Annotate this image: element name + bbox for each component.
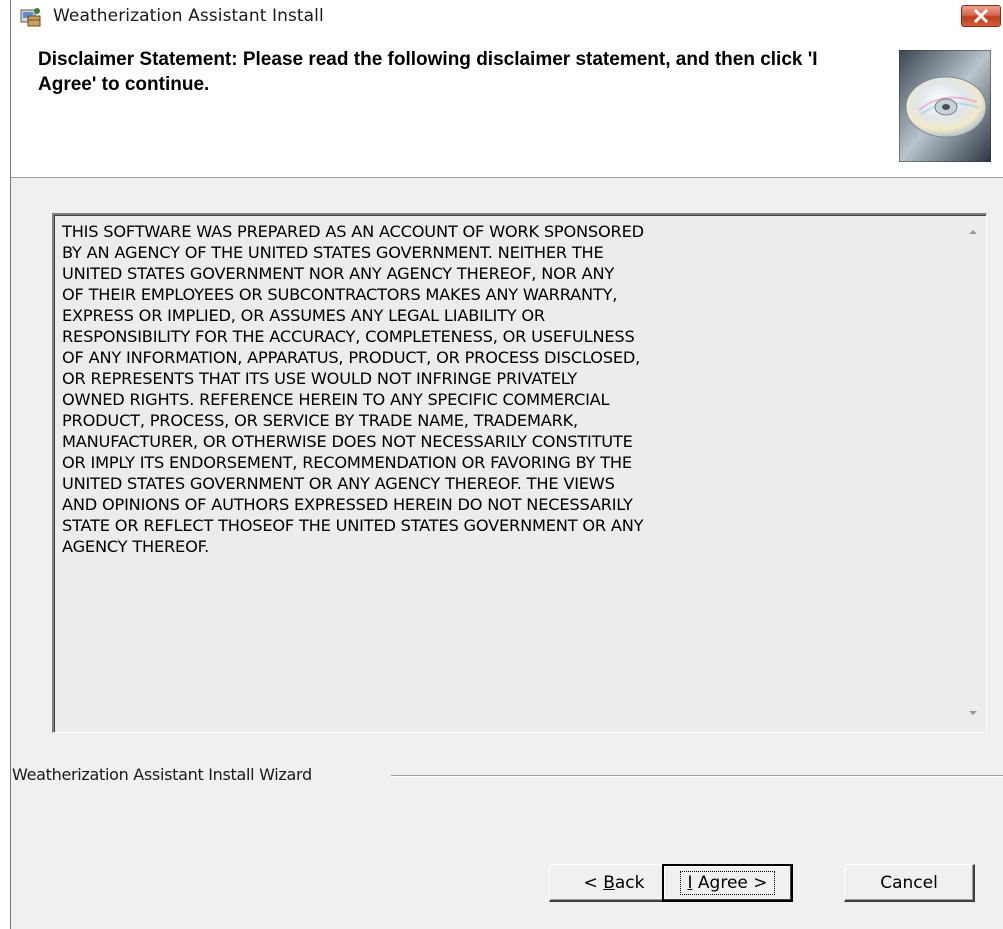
back-button-prefix: < <box>583 872 604 893</box>
close-icon <box>974 9 988 23</box>
title-bar[interactable]: Weatherization Assistant Install <box>11 0 1003 35</box>
i-agree-button[interactable]: I Agree > <box>662 864 793 902</box>
cd-disc-icon <box>899 50 991 162</box>
cancel-button-label: Cancel <box>880 872 938 893</box>
close-button[interactable] <box>961 5 1001 27</box>
back-button[interactable]: < Back <box>549 864 680 902</box>
header-band: Disclaimer Statement: Please read the fo… <box>11 34 1003 178</box>
group-divider <box>391 775 1003 777</box>
disclaimer-text: THIS SOFTWARE WAS PREPARED AS AN ACCOUNT… <box>62 222 644 556</box>
focus-rect: I Agree > <box>680 871 775 895</box>
installer-app-icon <box>20 8 41 27</box>
page-heading: Disclaimer Statement: Please read the fo… <box>38 49 818 95</box>
scroll-down-arrow-icon[interactable] <box>966 706 980 720</box>
back-button-mnemonic: B <box>603 872 615 893</box>
wizard-group-label: Weatherization Assistant Install Wizard <box>12 765 320 784</box>
scroll-up-arrow-icon[interactable] <box>966 225 980 239</box>
agree-button-label: Agree > <box>692 873 768 893</box>
back-button-label: ack <box>614 872 645 893</box>
window-title: Weatherization Assistant Install <box>53 6 324 26</box>
cancel-button[interactable]: Cancel <box>844 864 975 902</box>
disclaimer-textbox[interactable]: THIS SOFTWARE WAS PREPARED AS AN ACCOUNT… <box>52 213 987 733</box>
installer-window: Weatherization Assistant Install Disclai… <box>10 0 1003 929</box>
